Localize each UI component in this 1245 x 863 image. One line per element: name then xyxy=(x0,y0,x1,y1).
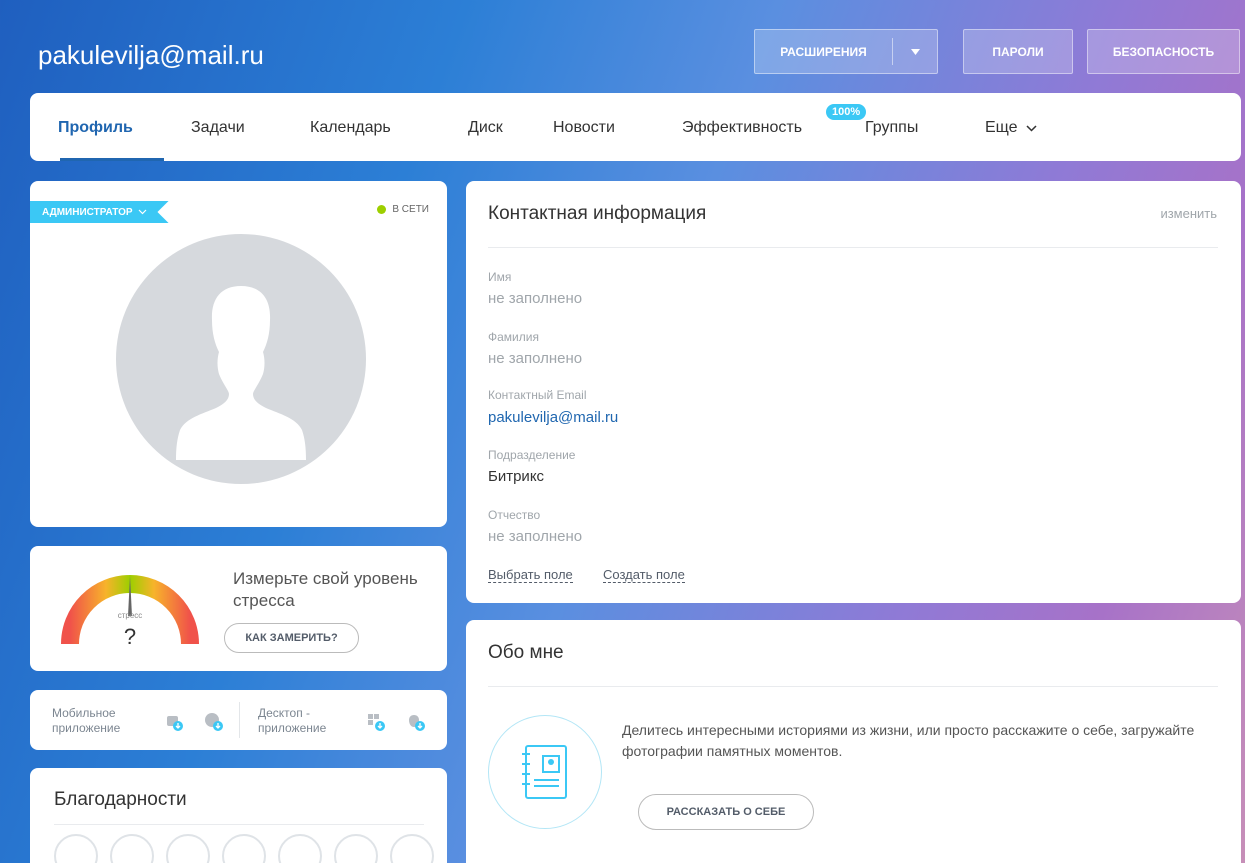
chevron-down-icon xyxy=(138,209,146,215)
role-label: АДМИНИСТРАТОР xyxy=(42,206,133,218)
field-label-middle-name: Отчество xyxy=(488,508,541,522)
online-dot-icon xyxy=(377,205,387,214)
create-field-link[interactable]: Создать поле xyxy=(603,567,685,583)
tab-news[interactable]: Новости xyxy=(553,119,615,137)
apple-icon[interactable] xyxy=(404,710,426,732)
cup-icon[interactable] xyxy=(166,834,210,863)
active-tab-underline xyxy=(60,158,164,161)
thanks-divider xyxy=(54,824,424,825)
apps-divider xyxy=(239,702,240,738)
thanks-card: Благодарности xyxy=(30,768,447,863)
about-illustration xyxy=(488,715,602,829)
field-label-department: Подразделение xyxy=(488,448,576,462)
about-description: Делитесь интересными историями из жизни,… xyxy=(622,722,1195,759)
tab-tasks[interactable]: Задачи xyxy=(191,119,245,137)
tab-profile[interactable]: Профиль xyxy=(58,119,133,137)
field-label-email: Контактный Email xyxy=(488,388,587,402)
field-label-first-name: Имя xyxy=(488,270,512,284)
extensions-label[interactable]: РАСШИРЕНИЯ xyxy=(755,30,892,73)
gauge-label: стресс xyxy=(118,611,143,620)
top-bar: pakulevilja@mail.ru РАСШИРЕНИЯ ПАРОЛИ БЕ… xyxy=(0,0,1245,92)
stress-gauge: стресс ? xyxy=(61,575,199,649)
apps-card: Мобильное приложение Десктоп - приложени… xyxy=(30,690,447,750)
about-title: Обо мне xyxy=(488,642,564,663)
field-value-first-name: не заполнено xyxy=(488,290,583,307)
thanks-title: Благодарности xyxy=(54,789,187,810)
stress-prompt: Измерьте свой уровень стресса xyxy=(233,569,418,610)
avatar-card: АДМИНИСТРАТОР В СЕТИ xyxy=(30,181,447,527)
online-status: В СЕТИ xyxy=(377,204,429,215)
tab-more-label: Еще xyxy=(985,119,1018,136)
portal-title: pakulevilja@mail.ru xyxy=(38,40,264,70)
role-tag[interactable]: АДМИНИСТРАТОР xyxy=(30,201,169,223)
contact-title: Контактная информация xyxy=(488,203,707,224)
avatar[interactable] xyxy=(116,234,366,484)
field-value-last-name: не заполнено xyxy=(488,350,583,367)
passwords-button[interactable]: ПАРОЛИ xyxy=(963,29,1073,74)
gift-icon[interactable] xyxy=(110,834,154,863)
contact-info-card: Контактная информация изменить Имя не за… xyxy=(466,181,1241,603)
field-value-middle-name: не заполнено xyxy=(488,528,583,545)
tab-disk[interactable]: Диск xyxy=(468,119,503,137)
mobile-app-label: Мобильное приложение xyxy=(52,706,121,735)
stress-card: стресс ? Измерьте свой уровень стресса К… xyxy=(30,546,447,671)
user-silhouette-icon xyxy=(176,286,306,460)
tab-calendar[interactable]: Календарь xyxy=(310,119,391,137)
group-icon[interactable] xyxy=(278,834,322,863)
field-value-email[interactable]: pakulevilja@mail.ru xyxy=(488,409,618,426)
cake-icon[interactable] xyxy=(390,834,434,863)
appstore-icon[interactable] xyxy=(202,710,224,732)
chevron-down-icon[interactable] xyxy=(893,30,937,73)
chevron-down-icon xyxy=(1026,125,1037,132)
desktop-app-label: Десктоп - приложение xyxy=(258,706,327,735)
flower-icon[interactable] xyxy=(334,834,378,863)
money-bag-icon[interactable] xyxy=(222,834,266,863)
about-divider xyxy=(488,686,1218,687)
tab-more[interactable]: Еще xyxy=(985,119,1037,137)
field-value-department: Битрикс xyxy=(488,468,545,485)
tell-about-yourself-button[interactable]: РАССКАЗАТЬ О СЕБЕ xyxy=(638,794,814,830)
field-label-last-name: Фамилия xyxy=(488,330,539,344)
tab-groups[interactable]: Группы xyxy=(865,119,918,137)
choose-field-link[interactable]: Выбрать поле xyxy=(488,567,573,583)
notebook-icon xyxy=(522,745,567,799)
tab-efficiency[interactable]: Эффективность xyxy=(682,119,802,137)
efficiency-badge: 100% xyxy=(826,104,867,120)
windows-icon[interactable] xyxy=(364,710,386,732)
online-status-label: В СЕТИ xyxy=(392,204,429,215)
edit-contact-link[interactable]: изменить xyxy=(1160,206,1217,221)
gauge-value: ? xyxy=(124,624,136,649)
profile-nav: Профиль Задачи Календарь Диск Новости Эф… xyxy=(30,93,1241,161)
extensions-button[interactable]: РАСШИРЕНИЯ xyxy=(754,29,938,74)
contact-divider xyxy=(488,247,1218,248)
security-button[interactable]: БЕЗОПАСНОСТЬ xyxy=(1087,29,1240,74)
about-me-card: Обо мне Делитесь интересными историями и… xyxy=(466,620,1241,863)
android-icon[interactable] xyxy=(162,710,184,732)
measure-stress-button[interactable]: КАК ЗАМЕРИТЬ? xyxy=(224,623,359,653)
thumbs-up-icon[interactable] xyxy=(54,834,98,863)
